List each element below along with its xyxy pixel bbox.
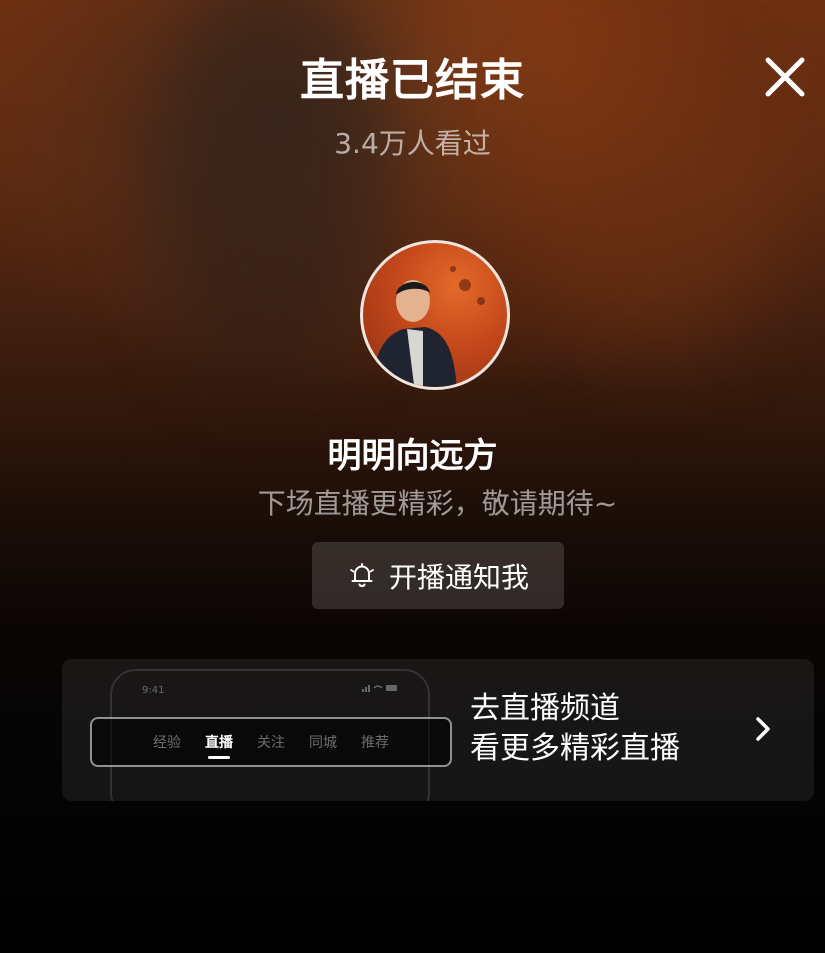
close-button[interactable] [760, 52, 810, 102]
preview-tab: 推荐 [361, 735, 389, 751]
live-channel-card[interactable]: 9:41 经验 直播 关注 同城 推荐 去直播频道 看更多精彩直播 [62, 659, 814, 801]
preview-tab: 经验 [153, 735, 181, 751]
viewer-count: 3.4万人看过 [334, 127, 491, 160]
notify-me-label: 开播通知我 [388, 560, 529, 594]
next-stream-message: 下场直播更精彩，敬请期待~ [257, 487, 618, 520]
card-line-2: 看更多精彩直播 [470, 731, 680, 766]
phone-preview-tabbar: 经验 直播 关注 同城 推荐 [90, 717, 452, 767]
phone-status-icons [362, 685, 397, 692]
page-title: 直播已结束 [300, 55, 525, 106]
card-line-1: 去直播频道 [470, 691, 620, 726]
preview-tab: 同城 [309, 735, 337, 751]
bell-icon [350, 562, 374, 587]
card-text: 去直播频道 看更多精彩直播 [470, 689, 680, 769]
phone-preview-time: 9:41 [142, 685, 165, 696]
avatar-photo [371, 266, 485, 387]
live-ended-screen: 直播已结束 3.4万人看过 明明向远方 下场直播更精彩，敬请期待~ 开播通知我 … [0, 0, 825, 953]
avatar[interactable] [360, 240, 510, 390]
preview-tab: 关注 [257, 735, 285, 751]
preview-tab-active: 直播 [205, 732, 233, 759]
streamer-name[interactable]: 明明向远方 [0, 428, 825, 477]
chevron-right-icon [756, 717, 770, 741]
notify-me-button[interactable]: 开播通知我 [312, 542, 564, 609]
close-icon [765, 57, 805, 97]
